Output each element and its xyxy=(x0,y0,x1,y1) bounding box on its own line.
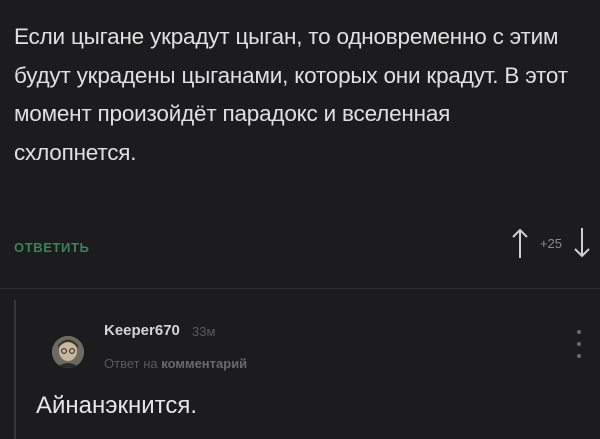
author-name[interactable]: Keeper670 xyxy=(104,322,180,339)
vote-controls: +25 xyxy=(510,226,592,260)
reply-button[interactable]: ОТВЕТИТЬ xyxy=(14,240,89,255)
reply-target-link[interactable]: комментарий xyxy=(161,356,247,371)
reply-prefix: Ответ на xyxy=(104,356,158,371)
more-vertical-icon[interactable] xyxy=(576,330,582,366)
arrow-down-icon[interactable] xyxy=(572,226,592,260)
reply-to-label: Ответ на комментарий xyxy=(104,356,247,371)
comment-text: Если цыгане украдут цыган, то одновремен… xyxy=(14,24,568,165)
thread-line[interactable] xyxy=(14,300,16,439)
reply-text: Айнанэкнится. xyxy=(36,392,198,419)
avatar[interactable] xyxy=(52,336,84,368)
timestamp: 33м xyxy=(192,324,216,339)
divider xyxy=(0,288,600,289)
rating-count: +25 xyxy=(539,235,562,251)
arrow-up-icon[interactable] xyxy=(510,226,530,260)
